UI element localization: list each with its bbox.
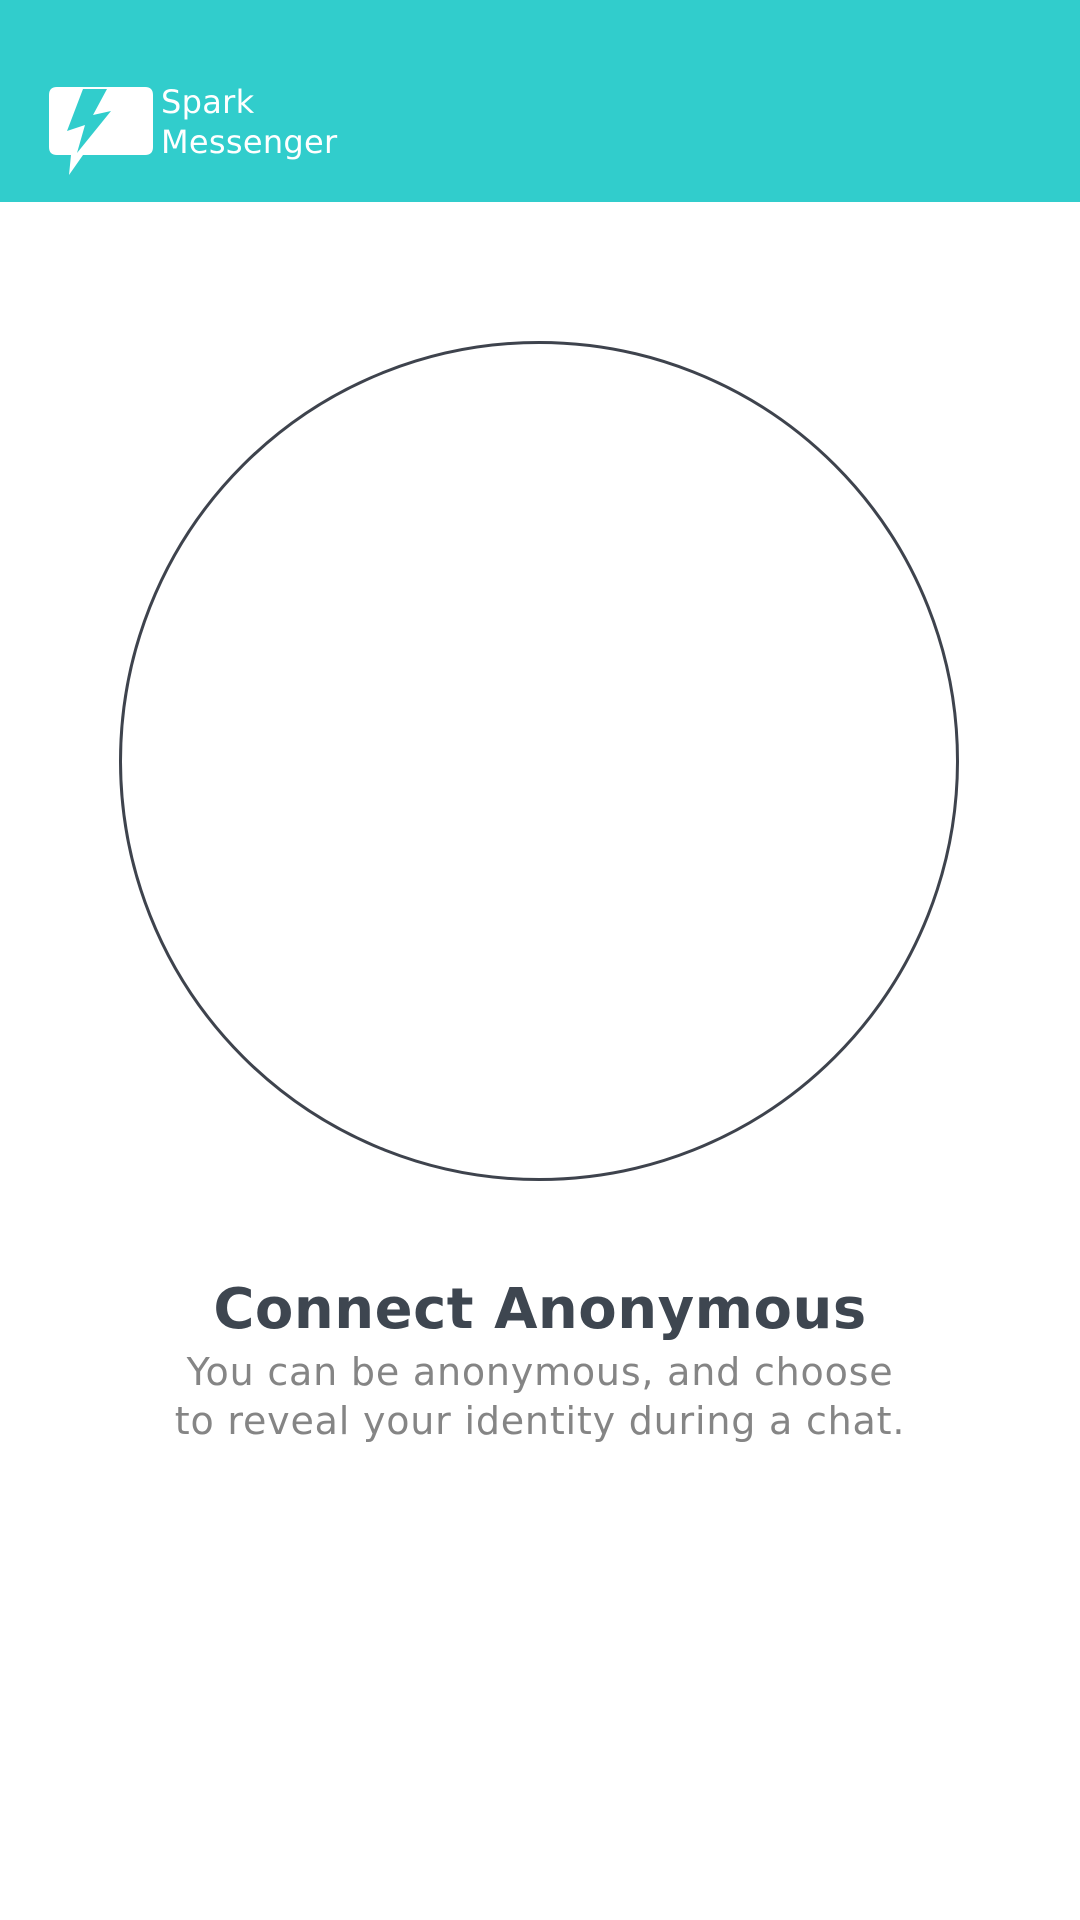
description-line2: to reveal your identity during a chat. bbox=[174, 1399, 906, 1443]
lightning-chat-bubble-icon bbox=[49, 87, 153, 175]
app-name-line2: Messenger bbox=[161, 123, 338, 161]
avatar-placeholder bbox=[119, 341, 959, 1181]
app-name-line1: Spark bbox=[161, 83, 255, 121]
page-title: Connect Anonymous bbox=[213, 1277, 867, 1342]
page-description: You can be anonymous, and choose to reve… bbox=[140, 1348, 940, 1446]
description-line1: You can be anonymous, and choose bbox=[186, 1350, 894, 1394]
app-header: Spark Messenger bbox=[0, 0, 1080, 202]
app-name: Spark Messenger bbox=[161, 82, 337, 162]
